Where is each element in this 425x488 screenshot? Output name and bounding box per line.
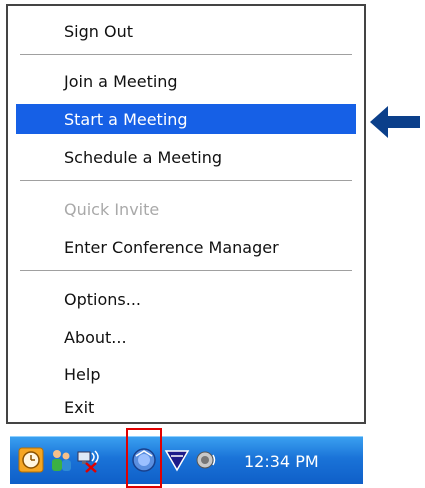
taskbar-clock[interactable]: 12:34 PM	[244, 437, 319, 485]
menu-item-exit[interactable]: Exit	[16, 392, 356, 422]
menu-item-join-meeting[interactable]: Join a Meeting	[16, 66, 356, 96]
menu-item-quick-invite: Quick Invite	[16, 194, 356, 224]
menu-item-label: Quick Invite	[64, 199, 160, 219]
menu-item-schedule-meeting[interactable]: Schedule a Meeting	[16, 142, 356, 172]
menu-item-about[interactable]: About...	[16, 322, 356, 352]
menu-item-start-meeting[interactable]: Start a Meeting	[16, 104, 356, 134]
users-icon[interactable]	[48, 447, 74, 473]
menu-item-label: Schedule a Meeting	[64, 147, 223, 167]
menu-item-sign-out[interactable]: Sign Out	[16, 16, 356, 46]
clock-icon[interactable]	[18, 447, 44, 473]
menu-item-enter-conference-manager[interactable]: Enter Conference Manager	[16, 232, 356, 262]
menu-item-label: Exit	[64, 397, 95, 417]
menu-item-label: Join a Meeting	[64, 71, 178, 91]
menu-separator	[20, 180, 352, 182]
network-disconnected-icon[interactable]	[76, 447, 102, 473]
menu-item-label: Options...	[64, 289, 141, 309]
tray-highlight-box	[126, 428, 162, 488]
menu-item-label: Enter Conference Manager	[64, 237, 279, 257]
context-menu: Sign Out Join a Meeting Start a Meeting …	[6, 4, 366, 424]
taskbar-notification-area: 12:34 PM	[10, 428, 363, 488]
menu-item-options[interactable]: Options...	[16, 284, 356, 314]
pointer-arrow-icon	[370, 106, 420, 138]
menu-separator	[20, 270, 352, 272]
menu-item-help[interactable]: Help	[16, 359, 356, 389]
menu-item-label: Sign Out	[64, 21, 133, 41]
menu-item-label: Help	[64, 364, 101, 384]
volume-icon[interactable]	[194, 447, 220, 473]
vpn-shield-icon[interactable]	[164, 447, 190, 473]
menu-item-label: About...	[64, 327, 127, 347]
menu-separator	[20, 54, 352, 56]
menu-item-label: Start a Meeting	[64, 109, 188, 129]
